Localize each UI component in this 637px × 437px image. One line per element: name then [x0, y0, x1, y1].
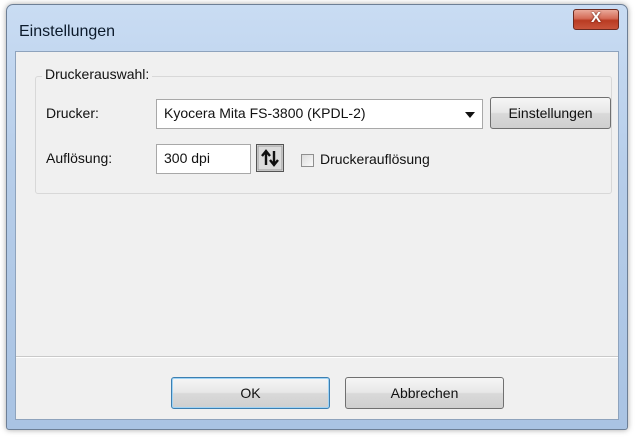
printer-resolution-checkbox-label[interactable]: Druckerauflösung: [320, 151, 430, 167]
resolution-label: Auflösung:: [46, 150, 113, 166]
resolution-spinner[interactable]: [256, 144, 284, 172]
ok-button-label: OK: [240, 385, 261, 401]
spin-arrows-icon: [257, 145, 283, 171]
printer-label: Drucker:: [46, 105, 99, 121]
settings-dialog: Einstellungen X Druckerauswahl: Drucker:…: [6, 4, 628, 430]
printer-dropdown[interactable]: Kyocera Mita FS-3800 (KPDL-2): [156, 99, 483, 129]
dropdown-arrow-icon: [465, 112, 475, 118]
printer-selection-group: [35, 76, 612, 194]
cancel-button-label: Abbrechen: [390, 385, 459, 401]
title-bar[interactable]: Einstellungen X: [7, 5, 627, 51]
close-button[interactable]: X: [573, 9, 619, 30]
resolution-input-value: 300 dpi: [164, 150, 210, 166]
close-icon: X: [590, 9, 601, 26]
printer-settings-button-label: Einstellungen: [508, 105, 593, 121]
window-title: Einstellungen: [19, 23, 116, 40]
dialog-client-area: Druckerauswahl: Drucker: Kyocera Mita FS…: [15, 51, 619, 420]
printer-dropdown-value: Kyocera Mita FS-3800 (KPDL-2): [164, 105, 366, 121]
printer-resolution-checkbox[interactable]: [301, 154, 314, 167]
printer-settings-button[interactable]: Einstellungen: [490, 97, 611, 129]
printer-selection-group-label: Druckerauswahl:: [42, 66, 153, 82]
footer-separator: [16, 356, 618, 358]
ok-button[interactable]: OK: [171, 377, 330, 409]
resolution-input[interactable]: 300 dpi: [156, 144, 251, 174]
cancel-button[interactable]: Abbrechen: [345, 377, 504, 409]
